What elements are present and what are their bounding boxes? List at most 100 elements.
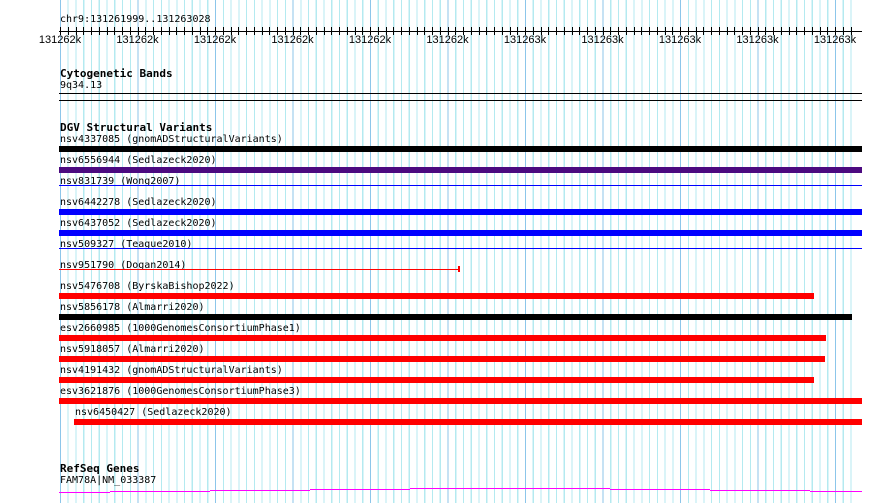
ruler-tick [471, 27, 472, 35]
variant-end-marker [458, 266, 460, 272]
variant-label[interactable]: nsv6450427 (Sedlazeck2020) [75, 407, 232, 418]
gene-label[interactable]: FAM78A|NM_033387 [60, 475, 156, 486]
ruler-tick [734, 27, 735, 35]
ruler-tick [347, 27, 348, 35]
ruler-tick [269, 27, 270, 35]
variant-feature[interactable] [59, 356, 825, 362]
ruler-tick [641, 27, 642, 35]
ruler-tick [331, 27, 332, 35]
gene-segment [59, 492, 110, 493]
ruler-tick [238, 27, 239, 35]
variant-feature[interactable] [59, 248, 862, 249]
variant-label[interactable]: nsv5856178 (Almarri2020) [60, 302, 205, 313]
location-label: chr9:131261999..131263028 [60, 14, 211, 25]
ruler-tick [107, 27, 108, 35]
track-title-cytoband: Cytogenetic Bands [60, 67, 173, 80]
variant-feature[interactable] [59, 377, 814, 383]
track-title-refseq: RefSeq Genes [60, 462, 140, 475]
ruler-tick [409, 27, 410, 35]
variant-feature[interactable] [59, 269, 459, 270]
variant-feature[interactable] [59, 398, 862, 404]
ruler-tick [796, 27, 797, 35]
variant-label[interactable]: nsv4337085 (gnomADStructuralVariants) [60, 134, 283, 145]
variant-label[interactable]: esv2660985 (1000GenomesConsortiumPhase1) [60, 323, 301, 334]
ruler-tick [804, 27, 805, 35]
ruler-tick [316, 27, 317, 35]
ruler-tick [812, 27, 813, 35]
cytoband-label: 9q34.13 [60, 80, 103, 91]
ruler-tick [339, 27, 340, 35]
ruler-tick-label: 131262k [38, 34, 82, 46]
ruler-tick [781, 27, 782, 35]
ruler-tick [719, 27, 720, 35]
ruler-tick [556, 27, 557, 35]
ruler-tick-label: 131263k [503, 34, 547, 46]
gene-segment [810, 491, 862, 492]
ruler-tick [83, 27, 84, 35]
gene-segment [210, 490, 310, 491]
ruler-tick-label: 131262k [116, 34, 159, 46]
ruler-tick [789, 27, 790, 35]
ruler-tick-label: 131263k [813, 34, 857, 46]
ruler-tick [417, 27, 418, 35]
ruler-tick [324, 27, 325, 35]
variant-feature[interactable] [59, 293, 814, 299]
ruler-tick [634, 27, 635, 35]
ruler-tick [192, 27, 193, 35]
ruler-tick [502, 27, 503, 35]
variant-label[interactable]: esv3621876 (1000GenomesConsortiumPhase3) [60, 386, 301, 397]
ruler-tick [579, 27, 580, 35]
ruler-tick-label: 131263k [581, 34, 624, 46]
variant-feature[interactable] [74, 419, 862, 425]
variant-label[interactable]: nsv5918057 (Almarri2020) [60, 344, 205, 355]
grid-lines [60, 0, 855, 503]
ruler-tick [486, 27, 487, 35]
variant-feature[interactable] [59, 335, 826, 341]
ruler-tick [727, 27, 728, 35]
ruler-tick [703, 27, 704, 35]
variant-label[interactable]: nsv4191432 (gnomADStructuralVariants) [60, 365, 283, 376]
ruler-tick [479, 27, 480, 35]
track-divider [59, 100, 862, 101]
gene-segment [410, 488, 610, 489]
ruler-tick [564, 27, 565, 35]
gene-segment [110, 491, 210, 492]
track-title-dgv: DGV Structural Variants [60, 121, 213, 134]
ruler-tick [184, 27, 185, 35]
variant-label[interactable]: nsv6556944 (Sedlazeck2020) [60, 155, 217, 166]
variant-feature[interactable] [59, 314, 852, 320]
ruler-tick [393, 27, 394, 35]
ruler-tick [161, 27, 162, 35]
ruler-tick [91, 27, 92, 35]
variant-feature[interactable] [59, 185, 862, 186]
ruler-tick [99, 27, 100, 35]
variant-label[interactable]: nsv6437052 (Sedlazeck2020) [60, 218, 217, 229]
variant-feature[interactable] [59, 146, 862, 152]
ruler-tick-label: 131262k [426, 34, 469, 46]
ruler-tick [711, 27, 712, 35]
variant-label[interactable]: nsv6442278 (Sedlazeck2020) [60, 197, 217, 208]
ruler-tick [494, 27, 495, 35]
ruler-tick [169, 27, 170, 35]
ruler-tick [262, 27, 263, 35]
variant-label[interactable]: nsv5476708 (ByrskaBishop2022) [60, 281, 235, 292]
ruler-tick [254, 27, 255, 35]
variant-feature[interactable] [59, 167, 862, 173]
ruler-tick-label: 131262k [348, 34, 392, 46]
ruler-tick [401, 27, 402, 35]
ruler-tick [657, 27, 658, 35]
gene-segment [610, 489, 710, 490]
variant-feature[interactable] [59, 209, 862, 215]
cytoband-line [59, 93, 862, 94]
ruler-tick [176, 27, 177, 35]
gene-segment [710, 490, 810, 491]
ruler-tick [572, 27, 573, 35]
ruler-tick [548, 27, 549, 35]
ruler-tick-label: 131263k [736, 34, 779, 46]
ruler-tick-label: 131263k [658, 34, 702, 46]
ruler-tick-label: 131262k [271, 34, 314, 46]
variant-feature[interactable] [59, 230, 862, 236]
ruler-tick [246, 27, 247, 35]
ruler-tick [114, 27, 115, 35]
gene-segment [310, 489, 410, 490]
